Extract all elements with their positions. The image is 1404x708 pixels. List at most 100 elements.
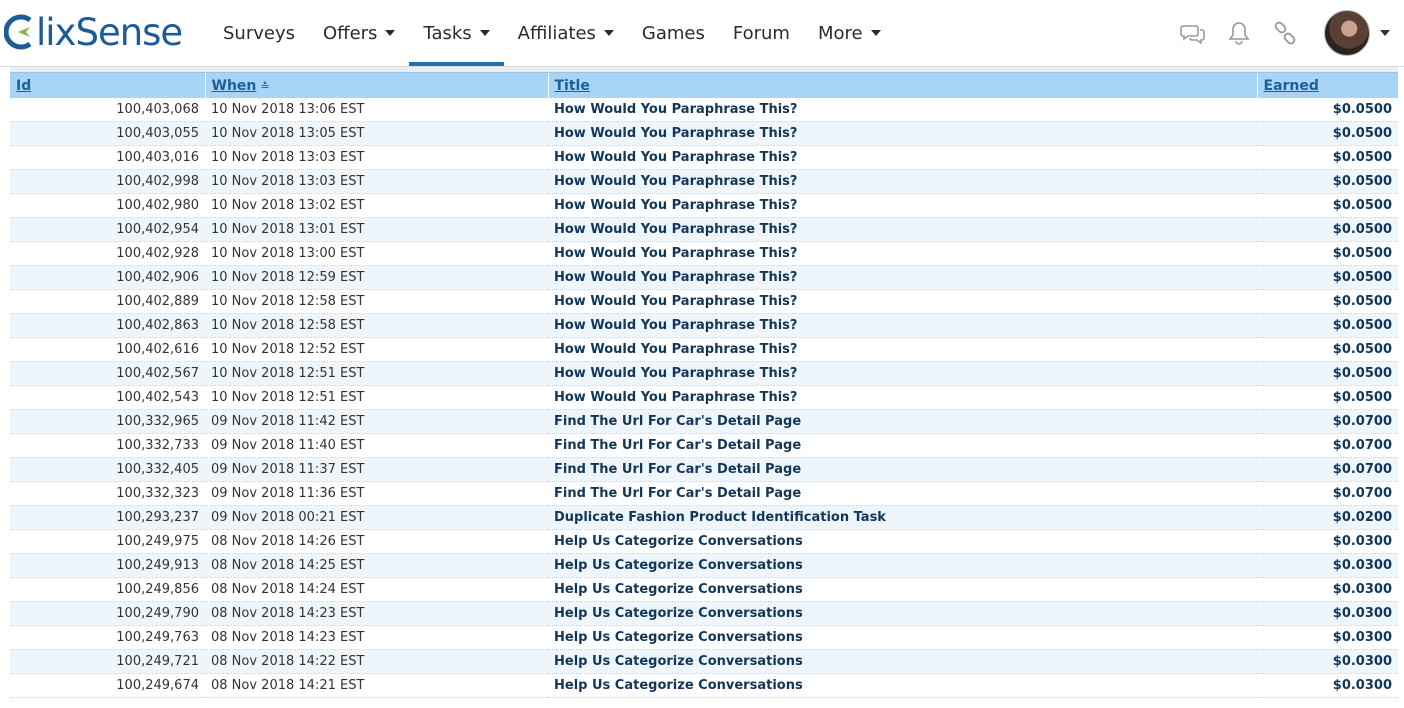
row-id-cell: 100,402,543 xyxy=(10,385,205,410)
header-actions xyxy=(1178,0,1404,66)
row-when-cell: 09 Nov 2018 11:42 EST xyxy=(205,409,548,434)
row-earned-cell: $0.0500 xyxy=(1257,289,1398,314)
table-row: 100,402,863 10 Nov 2018 12:58 EST How Woul… xyxy=(10,313,1398,338)
caret-down-icon xyxy=(479,30,490,36)
sort-id-link[interactable]: Id xyxy=(16,78,31,94)
nav-more[interactable]: More xyxy=(804,0,895,66)
row-earned-cell: $0.0300 xyxy=(1257,529,1398,554)
row-id-cell: 100,402,567 xyxy=(10,361,205,386)
nav-offers[interactable]: Offers xyxy=(309,0,409,66)
row-title-cell: Help Us Categorize Conversations xyxy=(548,649,1257,674)
row-when-cell: 10 Nov 2018 12:58 EST xyxy=(205,313,548,338)
row-title-cell: Help Us Categorize Conversations xyxy=(548,673,1257,698)
col-header-id: Id xyxy=(10,73,206,98)
row-id-cell: 100,402,928 xyxy=(10,241,205,266)
row-earned-cell: $0.0500 xyxy=(1257,145,1398,170)
row-when-cell: 10 Nov 2018 12:58 EST xyxy=(205,289,548,314)
row-title-cell: How Would You Paraphrase This? xyxy=(548,241,1257,266)
row-when-cell: 10 Nov 2018 13:05 EST xyxy=(205,121,548,146)
row-title-cell: How Would You Paraphrase This? xyxy=(548,193,1257,218)
avatar[interactable] xyxy=(1324,10,1370,56)
row-title-cell: How Would You Paraphrase This? xyxy=(548,289,1257,314)
table-row: 100,249,856 08 Nov 2018 14:24 EST Help Us … xyxy=(10,577,1398,602)
row-earned-cell: $0.0500 xyxy=(1257,337,1398,362)
row-title-cell: Help Us Categorize Conversations xyxy=(548,601,1257,626)
sort-desc-icon[interactable]: ≛ xyxy=(260,80,269,93)
row-title-cell: Find The Url For Car's Detail Page xyxy=(548,433,1257,458)
table-row: 100,293,237 09 Nov 2018 00:21 EST Duplicat… xyxy=(10,505,1398,530)
task-history-table: Id When ≛ Title Earned 100,403,068 10 Nov … xyxy=(10,73,1399,698)
row-when-cell: 10 Nov 2018 12:59 EST xyxy=(205,265,548,290)
nav-label: More xyxy=(817,22,863,44)
row-id-cell: 100,249,721 xyxy=(10,649,205,674)
row-title-cell: Help Us Categorize Conversations xyxy=(548,625,1257,650)
row-earned-cell: $0.0500 xyxy=(1257,361,1398,386)
table-row: 100,403,016 10 Nov 2018 13:03 EST How Woul… xyxy=(10,145,1398,170)
row-earned-cell: $0.0700 xyxy=(1257,409,1398,434)
row-earned-cell: $0.0500 xyxy=(1257,121,1398,146)
table-row: 100,332,405 09 Nov 2018 11:37 EST Find The… xyxy=(10,457,1398,482)
table-header-row: Id When ≛ Title Earned xyxy=(10,73,1399,98)
table-row: 100,332,323 09 Nov 2018 11:36 EST Find The… xyxy=(10,481,1398,506)
table-row: 100,249,913 08 Nov 2018 14:25 EST Help Us … xyxy=(10,553,1398,578)
row-when-cell: 10 Nov 2018 13:00 EST xyxy=(205,241,548,266)
bell-icon[interactable] xyxy=(1224,18,1254,48)
nav-label: Tasks xyxy=(423,22,472,44)
row-id-cell: 100,249,856 xyxy=(10,577,205,602)
logo-c-icon xyxy=(4,14,32,50)
chat-icon[interactable] xyxy=(1178,18,1208,48)
row-when-cell: 09 Nov 2018 11:36 EST xyxy=(205,481,548,506)
col-header-title: Title xyxy=(548,73,1258,98)
row-earned-cell: $0.0500 xyxy=(1257,385,1398,410)
sort-when-link[interactable]: When xyxy=(212,78,257,94)
sort-title-link[interactable]: Title xyxy=(555,78,590,94)
row-earned-cell: $0.0700 xyxy=(1257,433,1398,458)
row-when-cell: 09 Nov 2018 11:37 EST xyxy=(205,457,548,482)
link-icon[interactable] xyxy=(1270,18,1300,48)
top-navbar: lixSense Surveys Offers Tasks Affiliates… xyxy=(0,0,1404,67)
caret-down-icon[interactable] xyxy=(1380,30,1390,36)
row-title-cell: How Would You Paraphrase This? xyxy=(548,217,1257,242)
row-earned-cell: $0.0500 xyxy=(1257,169,1398,194)
nav-tasks[interactable]: Tasks xyxy=(409,0,504,66)
row-when-cell: 08 Nov 2018 14:25 EST xyxy=(205,553,548,578)
caret-down-icon xyxy=(385,30,396,36)
row-title-cell: Help Us Categorize Conversations xyxy=(548,529,1257,554)
nav-label: Affiliates xyxy=(517,22,596,44)
nav-label: Offers xyxy=(323,22,378,44)
row-id-cell: 100,402,980 xyxy=(10,193,205,218)
row-when-cell: 10 Nov 2018 13:02 EST xyxy=(205,193,548,218)
row-earned-cell: $0.0300 xyxy=(1257,625,1398,650)
row-id-cell: 100,402,954 xyxy=(10,217,205,242)
clixsense-logo[interactable]: lixSense xyxy=(4,8,183,56)
table-row: 100,402,906 10 Nov 2018 12:59 EST How Woul… xyxy=(10,265,1398,290)
table-row: 100,402,616 10 Nov 2018 12:52 EST How Woul… xyxy=(10,337,1398,362)
table-row: 100,402,928 10 Nov 2018 13:00 EST How Woul… xyxy=(10,241,1398,266)
row-id-cell: 100,332,965 xyxy=(10,409,205,434)
col-header-when: When ≛ xyxy=(205,73,549,98)
row-when-cell: 10 Nov 2018 12:52 EST xyxy=(205,337,548,362)
nav-forum[interactable]: Forum xyxy=(719,0,804,66)
row-when-cell: 10 Nov 2018 12:51 EST xyxy=(205,361,548,386)
row-title-cell: Find The Url For Car's Detail Page xyxy=(548,409,1257,434)
row-id-cell: 100,402,863 xyxy=(10,313,205,338)
nav-label: Surveys xyxy=(223,22,295,44)
table-row: 100,402,567 10 Nov 2018 12:51 EST How Woul… xyxy=(10,361,1398,386)
row-id-cell: 100,332,405 xyxy=(10,457,205,482)
row-title-cell: Help Us Categorize Conversations xyxy=(548,553,1257,578)
row-when-cell: 08 Nov 2018 14:26 EST xyxy=(205,529,548,554)
table-row: 100,402,889 10 Nov 2018 12:58 EST How Woul… xyxy=(10,289,1398,314)
row-title-cell: Help Us Categorize Conversations xyxy=(548,577,1257,602)
row-earned-cell: $0.0500 xyxy=(1257,265,1398,290)
row-when-cell: 09 Nov 2018 11:40 EST xyxy=(205,433,548,458)
table-row: 100,332,965 09 Nov 2018 11:42 EST Find The… xyxy=(10,409,1398,434)
col-header-earned: Earned xyxy=(1257,73,1399,98)
sort-earned-link[interactable]: Earned xyxy=(1264,78,1319,94)
nav-affiliates[interactable]: Affiliates xyxy=(504,0,628,66)
row-when-cell: 10 Nov 2018 13:03 EST xyxy=(205,169,548,194)
nav-surveys[interactable]: Surveys xyxy=(209,0,309,66)
nav-games[interactable]: Games xyxy=(628,0,719,66)
caret-down-icon xyxy=(603,30,614,36)
row-id-cell: 100,403,016 xyxy=(10,145,205,170)
row-earned-cell: $0.0300 xyxy=(1257,649,1398,674)
